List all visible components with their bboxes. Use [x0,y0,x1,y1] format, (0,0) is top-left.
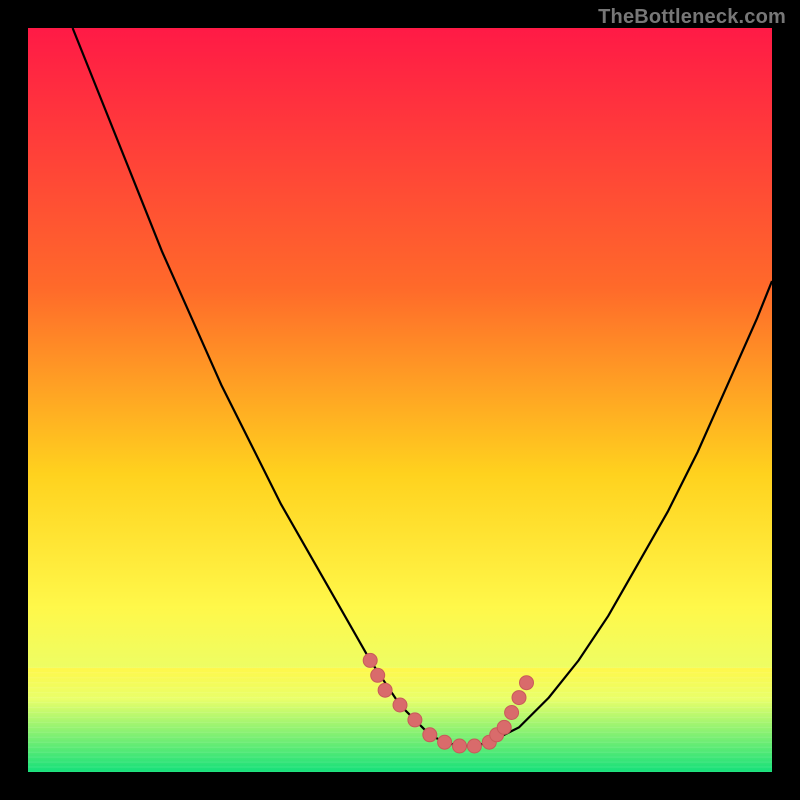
gradient-background [28,28,772,772]
marker-dot [520,676,534,690]
marker-dot [408,713,422,727]
marker-dot [423,728,437,742]
marker-dot [497,720,511,734]
watermark-text: TheBottleneck.com [598,6,786,29]
marker-dot [378,683,392,697]
marker-dot [512,691,526,705]
marker-dot [393,698,407,712]
plot-area [28,28,772,772]
marker-dot [363,653,377,667]
marker-dot [467,739,481,753]
bottom-band [28,668,772,772]
marker-dot [453,739,467,753]
marker-dot [438,735,452,749]
chart-frame: TheBottleneck.com [0,0,800,800]
chart-svg [28,28,772,772]
marker-dot [505,706,519,720]
marker-dot [371,668,385,682]
